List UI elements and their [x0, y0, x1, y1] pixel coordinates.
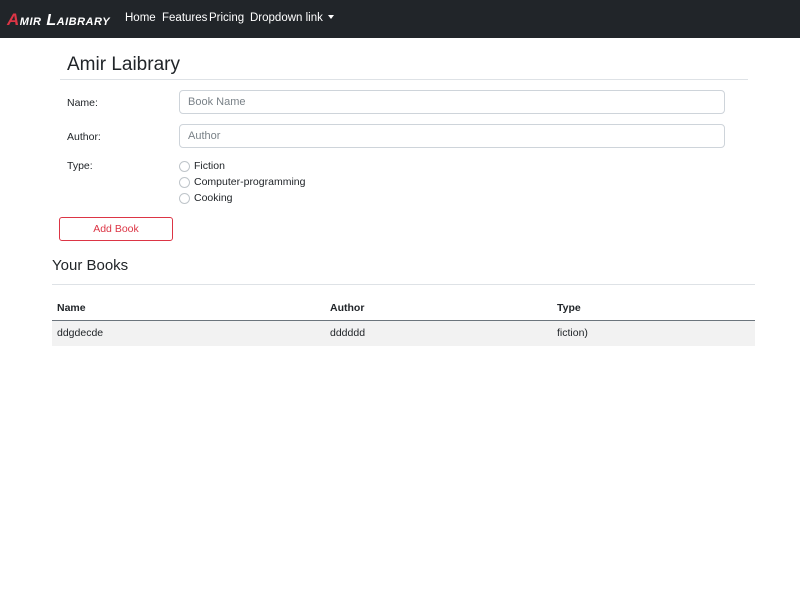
navbar: Amir Laibrary Home Features Pricing Drop…	[0, 0, 800, 38]
book-author-cell: dddddd	[325, 320, 552, 346]
brand-initial: A	[7, 10, 20, 29]
table-header-row: Name Author Type	[52, 296, 755, 321]
nav-link-features[interactable]: Features	[162, 12, 207, 24]
nav-link-pricing[interactable]: Pricing	[209, 12, 244, 24]
radio-label: Fiction	[194, 160, 225, 172]
books-table: Name Author Type ddgdecde dddddd fiction…	[52, 296, 755, 346]
brand-logo[interactable]: Amir Laibrary	[7, 10, 110, 30]
name-label: Name:	[67, 97, 98, 109]
book-name-input[interactable]	[179, 90, 725, 114]
radio-button[interactable]	[179, 177, 190, 188]
radio-label: Computer-programming	[194, 176, 306, 188]
radio-button[interactable]	[179, 161, 190, 172]
add-book-button[interactable]: Add Book	[59, 217, 173, 241]
books-divider	[52, 284, 755, 285]
column-header-name: Name	[52, 296, 325, 321]
table-row: ddgdecde dddddd fiction)	[52, 320, 755, 346]
nav-link-home[interactable]: Home	[125, 12, 156, 24]
column-header-type: Type	[552, 296, 755, 321]
chevron-down-icon	[327, 15, 334, 19]
title-divider	[60, 79, 748, 80]
book-name-cell: ddgdecde	[52, 320, 325, 346]
books-section-title: Your Books	[52, 257, 129, 274]
nav-dropdown-label: Dropdown link	[250, 12, 323, 24]
author-input[interactable]	[179, 124, 725, 148]
page-title: Amir Laibrary	[67, 54, 180, 75]
type-label: Type:	[67, 160, 93, 172]
brand-name: mir Laibrary	[19, 12, 111, 29]
radio-label: Cooking	[194, 192, 233, 204]
book-type-cell: fiction)	[552, 320, 755, 346]
column-header-author: Author	[325, 296, 552, 321]
nav-dropdown-toggle[interactable]: Dropdown link	[250, 12, 334, 24]
radio-button[interactable]	[179, 193, 190, 204]
author-label: Author:	[67, 131, 101, 143]
